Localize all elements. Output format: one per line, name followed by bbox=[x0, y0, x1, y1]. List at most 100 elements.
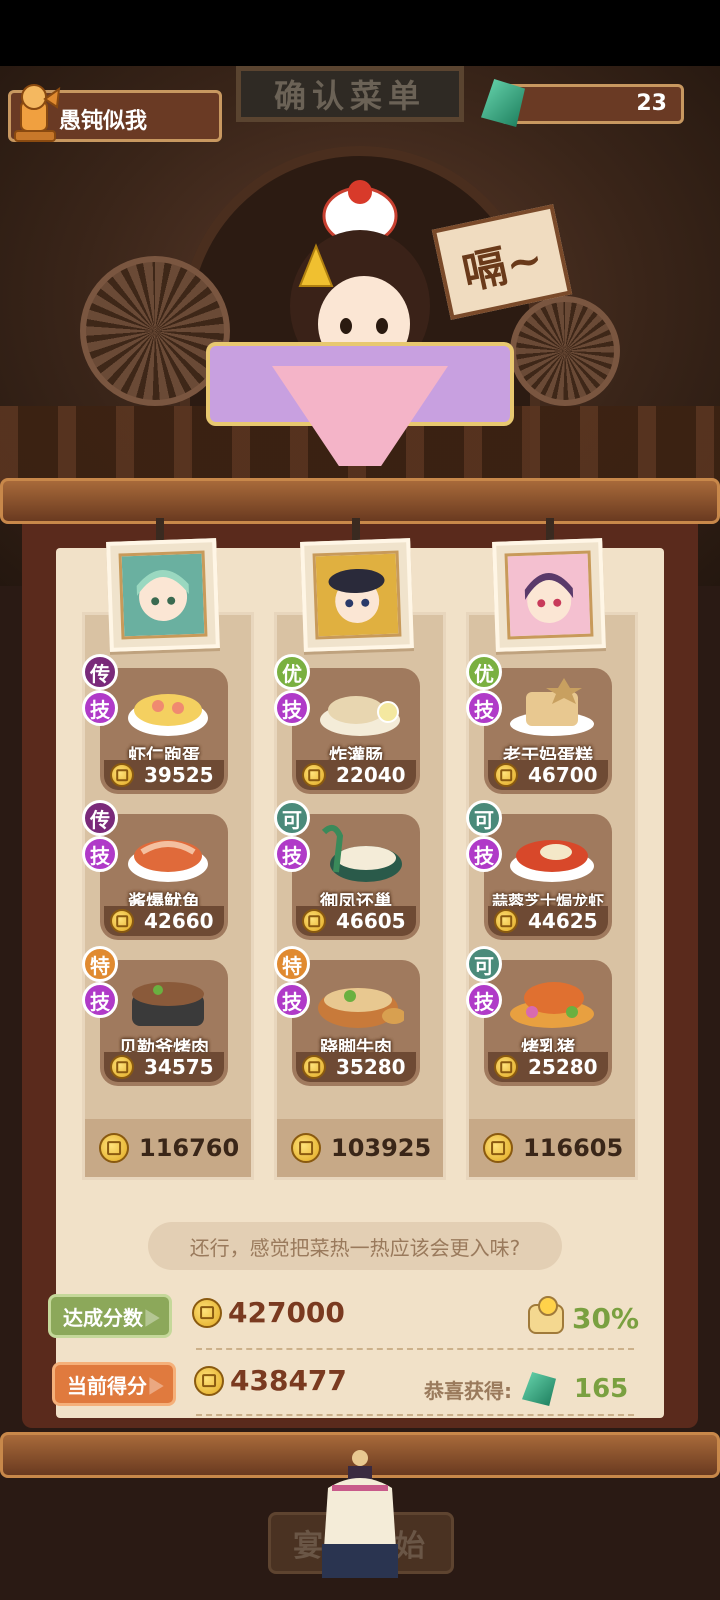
dish-card[interactable]: 特 技 贝勒爷烤肉 34575 bbox=[82, 946, 228, 1086]
status-bar bbox=[0, 0, 720, 66]
dish-price-value: 39525 bbox=[144, 763, 214, 787]
skill-badge: 技 bbox=[274, 982, 310, 1018]
column-total: 116605 bbox=[469, 1119, 635, 1177]
dish-price-value: 44625 bbox=[528, 909, 598, 933]
chef-avatar-icon bbox=[118, 550, 208, 640]
gem-counter[interactable]: 23 bbox=[481, 79, 684, 127]
coin-icon bbox=[302, 1055, 326, 1079]
target-score-label: 达成分数 bbox=[48, 1294, 172, 1338]
hanging-pouch-icon bbox=[322, 1450, 398, 1578]
dish-image bbox=[318, 988, 404, 1028]
coin-icon bbox=[194, 1365, 224, 1396]
dish-card[interactable]: 可 技 烤乳猪 25280 bbox=[466, 946, 612, 1086]
grade-badge: 可 bbox=[274, 800, 310, 836]
dish-price-value: 46605 bbox=[336, 909, 406, 933]
divider bbox=[196, 1348, 634, 1350]
grade-badge: 优 bbox=[466, 654, 502, 690]
grade-badge: 传 bbox=[82, 800, 118, 836]
dish-card[interactable]: 优 技 炸灌肠 22040 bbox=[274, 654, 420, 794]
player-avatar-icon bbox=[14, 84, 61, 142]
dish-price: 46700 bbox=[488, 760, 608, 790]
current-score-label-text: 当前得分 bbox=[67, 1373, 147, 1398]
dish-price-value: 34575 bbox=[144, 1055, 214, 1079]
dish-price-value: 25280 bbox=[528, 1055, 598, 1079]
grade-badge: 特 bbox=[274, 946, 310, 982]
grade-badge: 传 bbox=[82, 654, 118, 690]
column-total-value: 103925 bbox=[331, 1134, 432, 1162]
arrow-right-icon bbox=[149, 1377, 164, 1395]
bonus-coin-pot-icon bbox=[528, 1295, 564, 1334]
skill-badge: 技 bbox=[82, 690, 118, 726]
coin-icon bbox=[483, 1133, 513, 1163]
current-score: 438477 bbox=[194, 1364, 347, 1397]
current-score-label: 当前得分 bbox=[52, 1362, 176, 1406]
confirm-menu-sign: 确认菜单 bbox=[236, 66, 464, 122]
coin-icon bbox=[291, 1133, 321, 1163]
right-fan-decoration bbox=[510, 296, 620, 406]
bonus-percent-value: 30% bbox=[572, 1302, 640, 1335]
dish-image bbox=[510, 840, 594, 882]
chef-portrait-2[interactable] bbox=[300, 538, 414, 652]
coin-icon bbox=[494, 763, 518, 787]
target-score: 427000 bbox=[192, 1296, 345, 1329]
grade-badge: 可 bbox=[466, 946, 502, 982]
dish-price: 39525 bbox=[104, 760, 224, 790]
jade-gem-icon bbox=[522, 1372, 556, 1406]
column-total: 116760 bbox=[85, 1119, 251, 1177]
dish-card[interactable]: 可 技 御凤还巢 46605 bbox=[274, 800, 420, 940]
dish-price: 22040 bbox=[296, 760, 416, 790]
dish-price-value: 35280 bbox=[336, 1055, 406, 1079]
dish-price: 42660 bbox=[104, 906, 224, 936]
player-name: 愚钝似我 bbox=[59, 109, 148, 134]
chef-avatar-icon bbox=[504, 550, 594, 640]
dish-price-value: 42660 bbox=[144, 909, 214, 933]
coin-icon bbox=[494, 1055, 518, 1079]
dish-price: 25280 bbox=[488, 1052, 608, 1082]
chef-portrait-3[interactable] bbox=[492, 538, 606, 652]
reward-value: 165 bbox=[574, 1374, 629, 1404]
player-name-plate[interactable]: 愚钝似我 bbox=[8, 84, 222, 142]
bonus-percent: 30% bbox=[528, 1295, 640, 1335]
dish-price-value: 46700 bbox=[528, 763, 598, 787]
reward: 恭喜获得: 165 bbox=[424, 1372, 628, 1406]
gem-count: 23 bbox=[636, 91, 667, 116]
dish-image bbox=[128, 694, 208, 736]
chef-avatar-icon bbox=[312, 550, 402, 640]
coin-icon bbox=[302, 909, 326, 933]
grade-badge: 优 bbox=[274, 654, 310, 690]
coin-icon bbox=[110, 1055, 134, 1079]
target-score-label-text: 达成分数 bbox=[63, 1305, 143, 1330]
skill-badge: 技 bbox=[274, 836, 310, 872]
dish-card[interactable]: 特 技 跷脚牛肉 35280 bbox=[274, 946, 420, 1086]
dish-image bbox=[510, 678, 594, 736]
jade-gem-icon bbox=[481, 79, 525, 127]
skill-badge: 技 bbox=[82, 982, 118, 1018]
coin-icon bbox=[494, 909, 518, 933]
coin-icon bbox=[99, 1133, 129, 1163]
customer-comment: 还行，感觉把菜热一热应该会更入味? bbox=[148, 1222, 562, 1270]
dish-card[interactable]: 优 技 老干妈蛋糕 46700 bbox=[466, 654, 612, 794]
coin-icon bbox=[110, 909, 134, 933]
dish-image bbox=[128, 840, 208, 882]
dish-card[interactable]: 传 技 虾仁跑蛋 39525 bbox=[82, 654, 228, 794]
dish-card[interactable]: 可 技 蒜蓉芝士焗龙虾 44625 bbox=[466, 800, 612, 940]
dish-image bbox=[320, 696, 400, 736]
scroll-top-roller bbox=[0, 478, 720, 524]
dish-image bbox=[132, 982, 204, 1026]
dish-image bbox=[321, 824, 402, 882]
dish-price: 44625 bbox=[488, 906, 608, 936]
dish-price: 35280 bbox=[296, 1052, 416, 1082]
column-total-value: 116605 bbox=[523, 1134, 624, 1162]
coin-icon bbox=[110, 763, 134, 787]
dish-price: 46605 bbox=[296, 906, 416, 936]
dish-price-value: 22040 bbox=[336, 763, 406, 787]
target-score-value: 427000 bbox=[228, 1296, 345, 1329]
dish-card[interactable]: 传 技 酱爆鱿鱼 42660 bbox=[82, 800, 228, 940]
dish-image bbox=[510, 982, 594, 1028]
coin-icon bbox=[302, 763, 326, 787]
chef-portrait-1[interactable] bbox=[106, 538, 220, 652]
divider bbox=[196, 1414, 634, 1416]
arrow-right-icon bbox=[145, 1309, 160, 1327]
reward-label: 恭喜获得: bbox=[424, 1378, 512, 1403]
coin-icon bbox=[192, 1297, 222, 1328]
